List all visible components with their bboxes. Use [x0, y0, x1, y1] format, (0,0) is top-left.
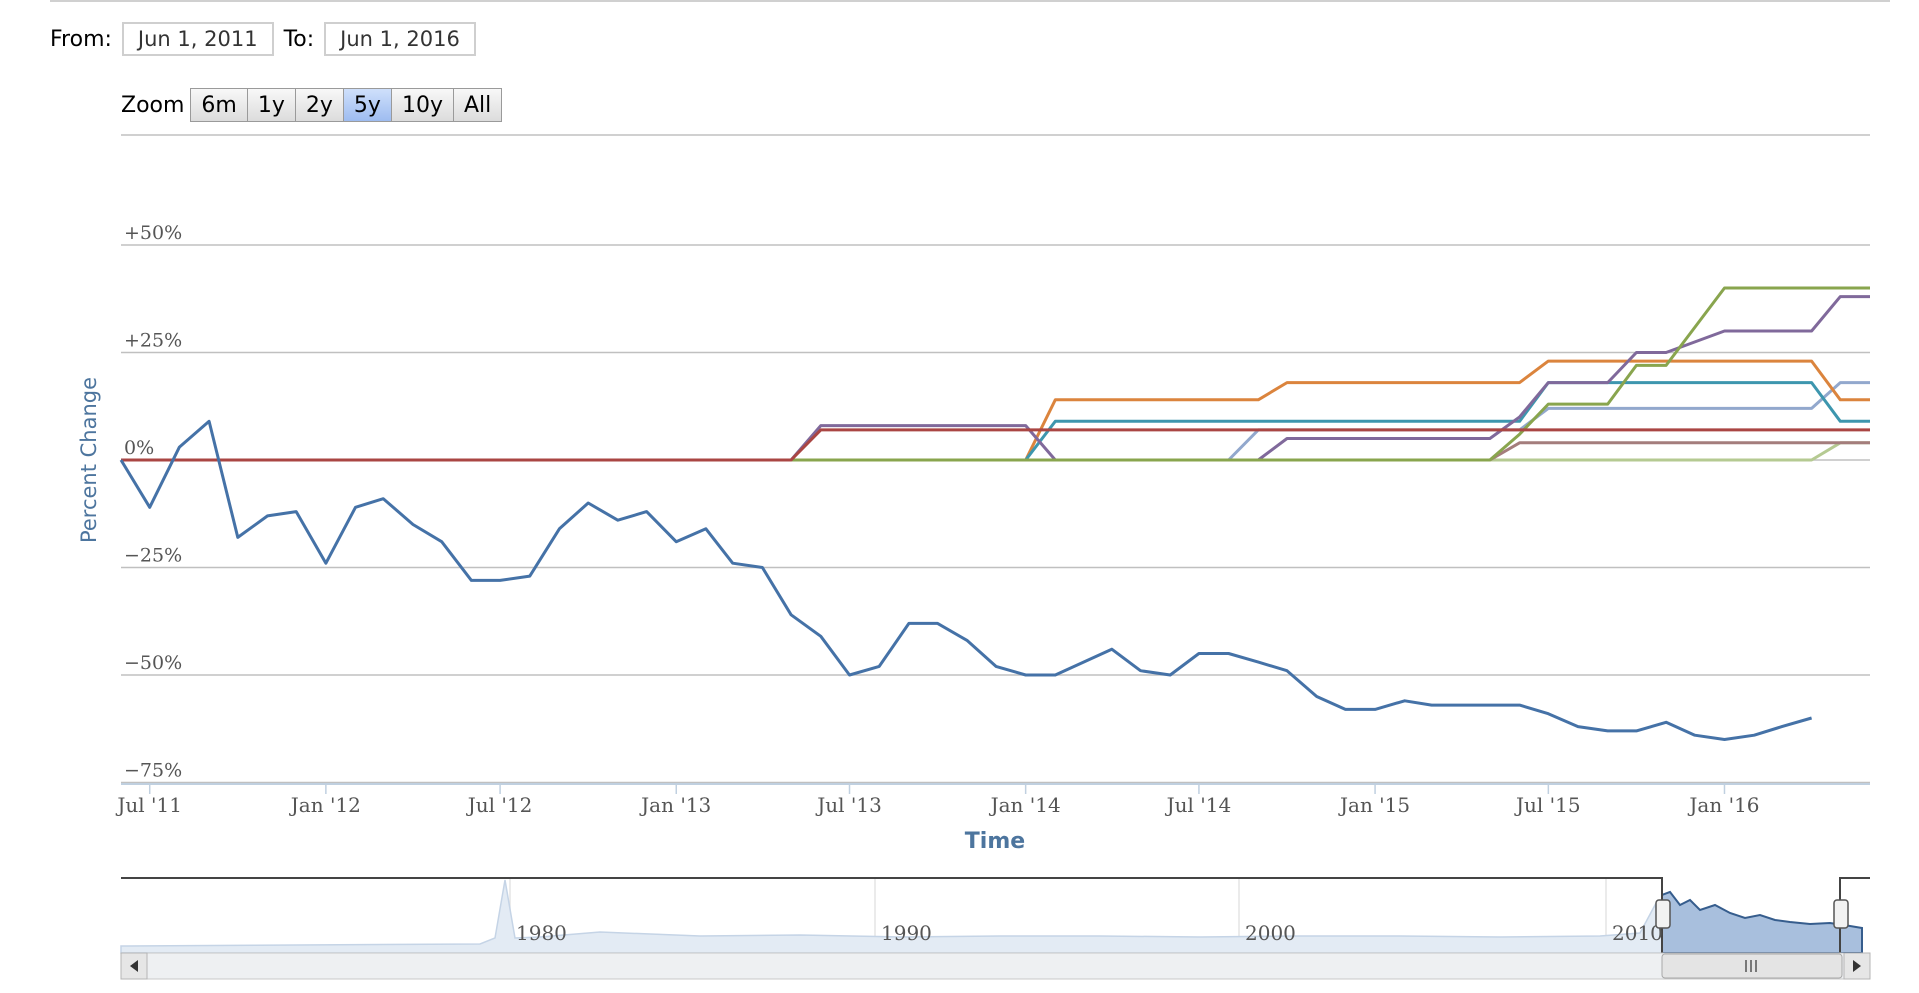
navigator-right-handle[interactable] [1833, 899, 1849, 929]
x-tick-label: Jul '14 [1165, 793, 1232, 817]
y-grid [121, 244, 1870, 784]
navigator-year-label: 1980 [516, 921, 567, 945]
x-tick-label: Jul '11 [115, 793, 182, 817]
x-tick-label: Jul '12 [466, 793, 533, 817]
navigator-left-handle[interactable] [1655, 899, 1671, 929]
x-tick-label: Jul '13 [815, 793, 882, 817]
series-line-9 [121, 441, 1870, 462]
x-tick-label: Jan '14 [989, 793, 1061, 817]
y-tick-label: 0% [124, 437, 154, 459]
series-line-5 [121, 381, 1870, 462]
x-tick-label: Jan '13 [639, 793, 711, 817]
scrollbar-thumb[interactable] [1661, 953, 1843, 979]
series-line-1 [119, 419, 1813, 741]
y-tick-label: −75% [124, 760, 182, 782]
series-line-2 [121, 428, 1870, 462]
scrollbar-track[interactable] [120, 952, 1871, 980]
series-line-6 [121, 359, 1870, 462]
y-tick-label: +25% [124, 330, 182, 352]
series-line-8 [121, 441, 1870, 462]
x-axis: Jul '11 Jan '12 Jul '12 Jan '13 Jul '13 Jan '… [115, 783, 1870, 817]
navigator-year-label: 2000 [1245, 921, 1296, 945]
series-line-7 [121, 381, 1870, 462]
x-axis-title: Time [965, 829, 1025, 854]
navigator-year-label: 1990 [881, 921, 932, 945]
x-tick-label: Jul '15 [1514, 793, 1581, 817]
y-tick-label: +50% [124, 222, 182, 244]
series-line-3 [121, 286, 1870, 462]
y-tick-label: −25% [124, 545, 182, 567]
navigator: 1980 1990 2000 2010 [120, 877, 1870, 954]
series-line-4 [121, 295, 1870, 462]
series-lines [119, 286, 1870, 741]
x-tick-label: Jan '12 [289, 793, 361, 817]
x-tick-label: Jan '15 [1338, 793, 1410, 817]
percent-change-chart: +50%+25%0%−25%−50%−75% Jul '11 Jan '12 Jul… [77, 134, 1871, 980]
scrollbar [120, 952, 1871, 980]
x-tick-label: Jan '16 [1687, 793, 1759, 817]
y-axis-title: Percent Change [77, 377, 101, 543]
y-tick-label: −50% [124, 652, 182, 674]
